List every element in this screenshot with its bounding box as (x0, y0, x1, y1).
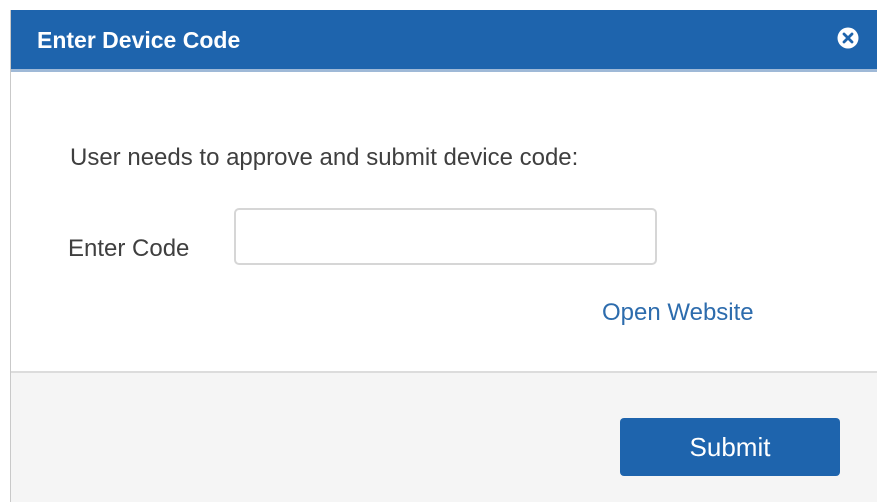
top-strip (0, 0, 877, 10)
dialog-header: Enter Device Code (11, 10, 877, 72)
code-input[interactable] (234, 208, 657, 265)
dialog-body: User needs to approve and submit device … (11, 72, 877, 380)
close-circle-icon (837, 27, 859, 49)
open-website-link[interactable]: Open Website (602, 298, 754, 328)
code-label: Enter Code (68, 235, 190, 262)
instruction-text: User needs to approve and submit device … (70, 144, 579, 171)
dialog-title: Enter Device Code (37, 27, 241, 53)
dialog-footer: Submit (11, 371, 877, 502)
device-code-dialog: Enter Device Code User needs to approve … (10, 10, 877, 502)
page: Enter Device Code User needs to approve … (0, 0, 877, 502)
submit-button[interactable]: Submit (620, 418, 840, 476)
close-button[interactable] (837, 27, 859, 49)
